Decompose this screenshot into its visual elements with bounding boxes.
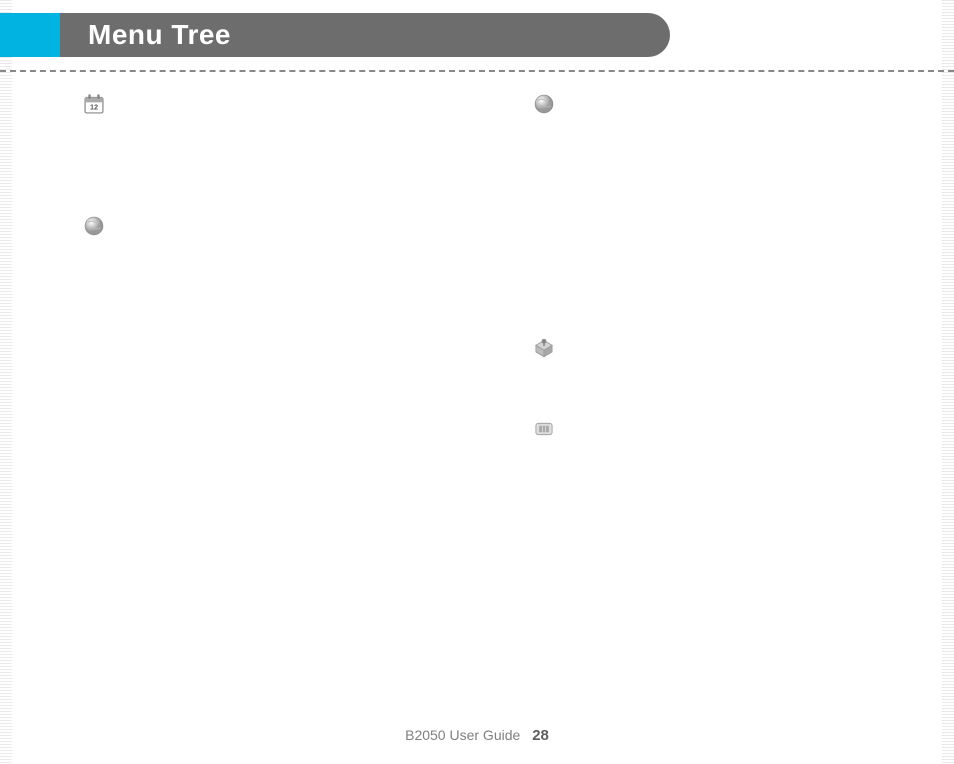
item-index: 4 — [114, 309, 132, 329]
header-accent — [0, 13, 60, 57]
item-index: 3 — [564, 166, 582, 186]
item-index: 6 — [564, 227, 582, 247]
section-title: Organiser — [134, 90, 214, 110]
list-item: 3Go to URL — [114, 289, 500, 309]
item-label: Settings — [132, 309, 179, 329]
item-index: 1 — [114, 126, 132, 146]
section-header: *. Extras — [530, 333, 950, 365]
menu-section: *. Extras 1Games — [530, 333, 950, 389]
list-item: 9Connect — [564, 287, 950, 307]
menu-section: 127.Organiser1Calendar2To do list3Memo — [80, 90, 500, 186]
item-index: 5 — [564, 207, 582, 227]
section-number: 9. — [564, 90, 578, 110]
item-label: Go to URL — [132, 289, 193, 309]
section-number: 0. — [564, 415, 578, 435]
menu-section: 8.Browser1T-Zones2Bookmarks3Go to URL4Se… — [80, 212, 500, 329]
right-column: 9.t-zones1Home2Ringtone3Game4Picture5Spo… — [530, 90, 950, 473]
item-index: 1 — [564, 369, 582, 389]
section-title: Browser — [134, 212, 202, 232]
sim-icon — [530, 415, 558, 443]
section-title: SIM Tool Kit — [584, 415, 681, 435]
section-header: 9. t-zones — [530, 90, 950, 122]
list-item: 1Games — [564, 369, 950, 389]
page-title: Menu Tree — [88, 19, 231, 51]
list-item: 2Ringtone — [564, 146, 950, 166]
calendar-icon: 12 — [80, 90, 108, 118]
item-label: Calendar — [132, 126, 185, 146]
list-item: 3Memo — [114, 166, 500, 186]
item-label: News — [582, 227, 615, 247]
item-index: 2 — [564, 146, 582, 166]
item-index: 1 — [564, 126, 582, 146]
section-header: 8. Browser — [80, 212, 500, 244]
section-number: 8. — [114, 212, 128, 232]
item-label: Memo — [132, 166, 168, 186]
section-title: t-zones — [584, 90, 644, 110]
item-index: 4 — [564, 186, 582, 206]
page-number: 28 — [532, 727, 549, 744]
list-item: 4Picture — [564, 186, 950, 206]
item-index: 3 — [114, 166, 132, 186]
item-label: T-Zones — [132, 248, 180, 268]
item-index: 2 — [114, 146, 132, 166]
list-item: 1Calendar — [114, 126, 500, 146]
section-title: Extras — [581, 333, 633, 353]
menu-section: 0. SIM Tool Kit — [530, 415, 950, 447]
left-column: 127.Organiser1Calendar2To do list3Memo8.… — [80, 90, 500, 355]
section-items: 1T-Zones2Bookmarks3Go to URL4Settings — [114, 248, 500, 329]
list-item: 1Home — [564, 126, 950, 146]
item-label: Sport — [582, 207, 613, 227]
item-label: Home — [582, 126, 617, 146]
header-bar: Menu Tree — [60, 13, 670, 57]
svg-text:12: 12 — [90, 103, 98, 112]
list-item: 3Game — [564, 166, 950, 186]
page-header: Menu Tree — [0, 18, 954, 54]
item-index: 2 — [114, 269, 132, 289]
footer-guide: B2050 User Guide — [405, 727, 520, 743]
section-header: 0. SIM Tool Kit — [530, 415, 950, 447]
item-index: 8 — [564, 267, 582, 287]
header-divider — [0, 70, 954, 72]
box-icon — [530, 333, 558, 361]
item-label: Ringtone — [582, 146, 634, 166]
item-index: 7 — [564, 247, 582, 267]
list-item: 8Email — [564, 267, 950, 287]
list-item: 6News — [564, 227, 950, 247]
item-label: Picture — [582, 186, 622, 206]
section-number: *. — [564, 333, 575, 353]
item-index: 3 — [114, 289, 132, 309]
section-items: 1Calendar2To do list3Memo — [114, 126, 500, 186]
content-area: 127.Organiser1Calendar2To do list3Memo8.… — [80, 90, 914, 704]
list-item: 4Settings — [114, 309, 500, 329]
section-number: 7. — [114, 90, 128, 110]
list-item: 5Sport — [564, 207, 950, 227]
item-index: 9 — [564, 287, 582, 307]
item-label: To do list — [132, 146, 183, 166]
section-header: 12 7. Organiser — [80, 90, 500, 122]
list-item: 2To do list — [114, 146, 500, 166]
globe-icon — [530, 90, 558, 118]
item-label: Bookmarks — [132, 269, 197, 289]
item-label: Horoscope — [582, 247, 645, 267]
list-item: 2Bookmarks — [114, 269, 500, 289]
section-items: 1Home2Ringtone3Game4Picture5Sport6News7H… — [564, 126, 950, 307]
item-index: 1 — [114, 248, 132, 268]
item-label: Games — [582, 369, 624, 389]
item-label: Game — [582, 166, 617, 186]
globe-icon — [80, 212, 108, 240]
item-label: Email — [582, 267, 615, 287]
section-items: 1Games — [564, 369, 950, 389]
menu-section: 9.t-zones1Home2Ringtone3Game4Picture5Spo… — [530, 90, 950, 307]
list-item: 1T-Zones — [114, 248, 500, 268]
list-item: 7Horoscope — [564, 247, 950, 267]
item-label: Connect — [582, 287, 630, 307]
footer: B2050 User Guide 28 — [0, 727, 954, 744]
